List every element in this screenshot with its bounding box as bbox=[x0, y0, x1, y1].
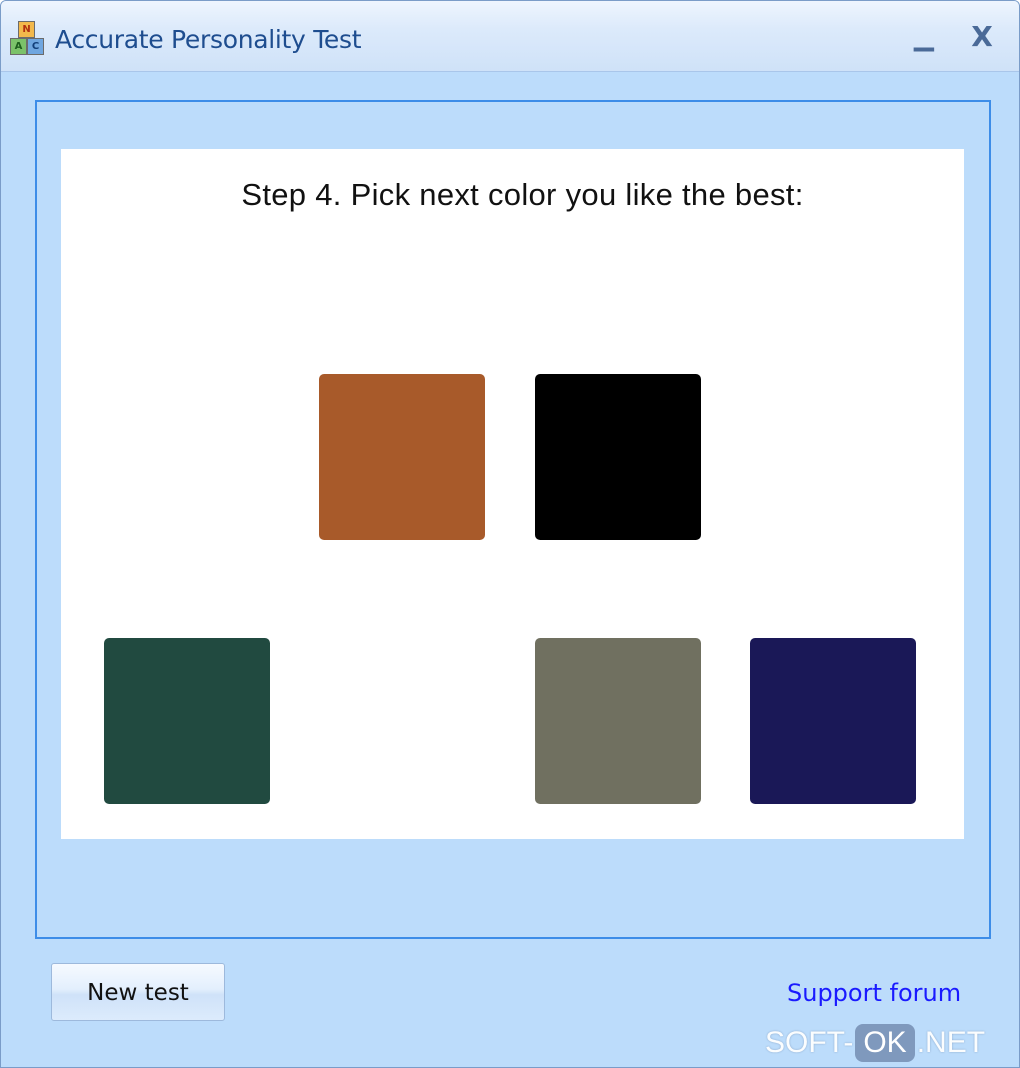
color-swatch-dark-green[interactable] bbox=[104, 638, 270, 804]
block-a: A bbox=[10, 38, 27, 55]
abc-blocks-icon: N A C bbox=[9, 21, 45, 61]
block-c: C bbox=[27, 38, 44, 55]
support-forum-link[interactable]: Support forum bbox=[787, 979, 961, 1007]
close-button[interactable]: X bbox=[965, 23, 999, 53]
color-swatch-black[interactable] bbox=[535, 374, 701, 540]
color-swatch-brown[interactable] bbox=[319, 374, 485, 540]
new-test-button[interactable]: New test bbox=[51, 963, 225, 1021]
watermark-text-ok: OK bbox=[855, 1024, 915, 1062]
watermark-text-soft: SOFT- bbox=[765, 1026, 854, 1059]
window-title: Accurate Personality Test bbox=[55, 25, 362, 54]
block-n: N bbox=[18, 21, 35, 38]
color-test-panel: Step 4. Pick next color you like the bes… bbox=[61, 149, 964, 839]
watermark-text-net: .NET bbox=[916, 1026, 986, 1059]
site-watermark: SOFT- OK .NET bbox=[765, 1019, 1019, 1067]
title-bar[interactable]: N A C Accurate Personality Test ▁ X bbox=[1, 1, 1019, 72]
minimize-button[interactable]: ▁ bbox=[907, 23, 941, 53]
app-window: N A C Accurate Personality Test ▁ X Step… bbox=[0, 0, 1020, 1068]
minimize-icon: ▁ bbox=[914, 22, 934, 52]
color-swatch-gray[interactable] bbox=[535, 638, 701, 804]
step-instruction: Step 4. Pick next color you like the bes… bbox=[241, 177, 804, 212]
color-swatch-dark-blue[interactable] bbox=[750, 638, 916, 804]
close-icon: X bbox=[971, 20, 993, 53]
